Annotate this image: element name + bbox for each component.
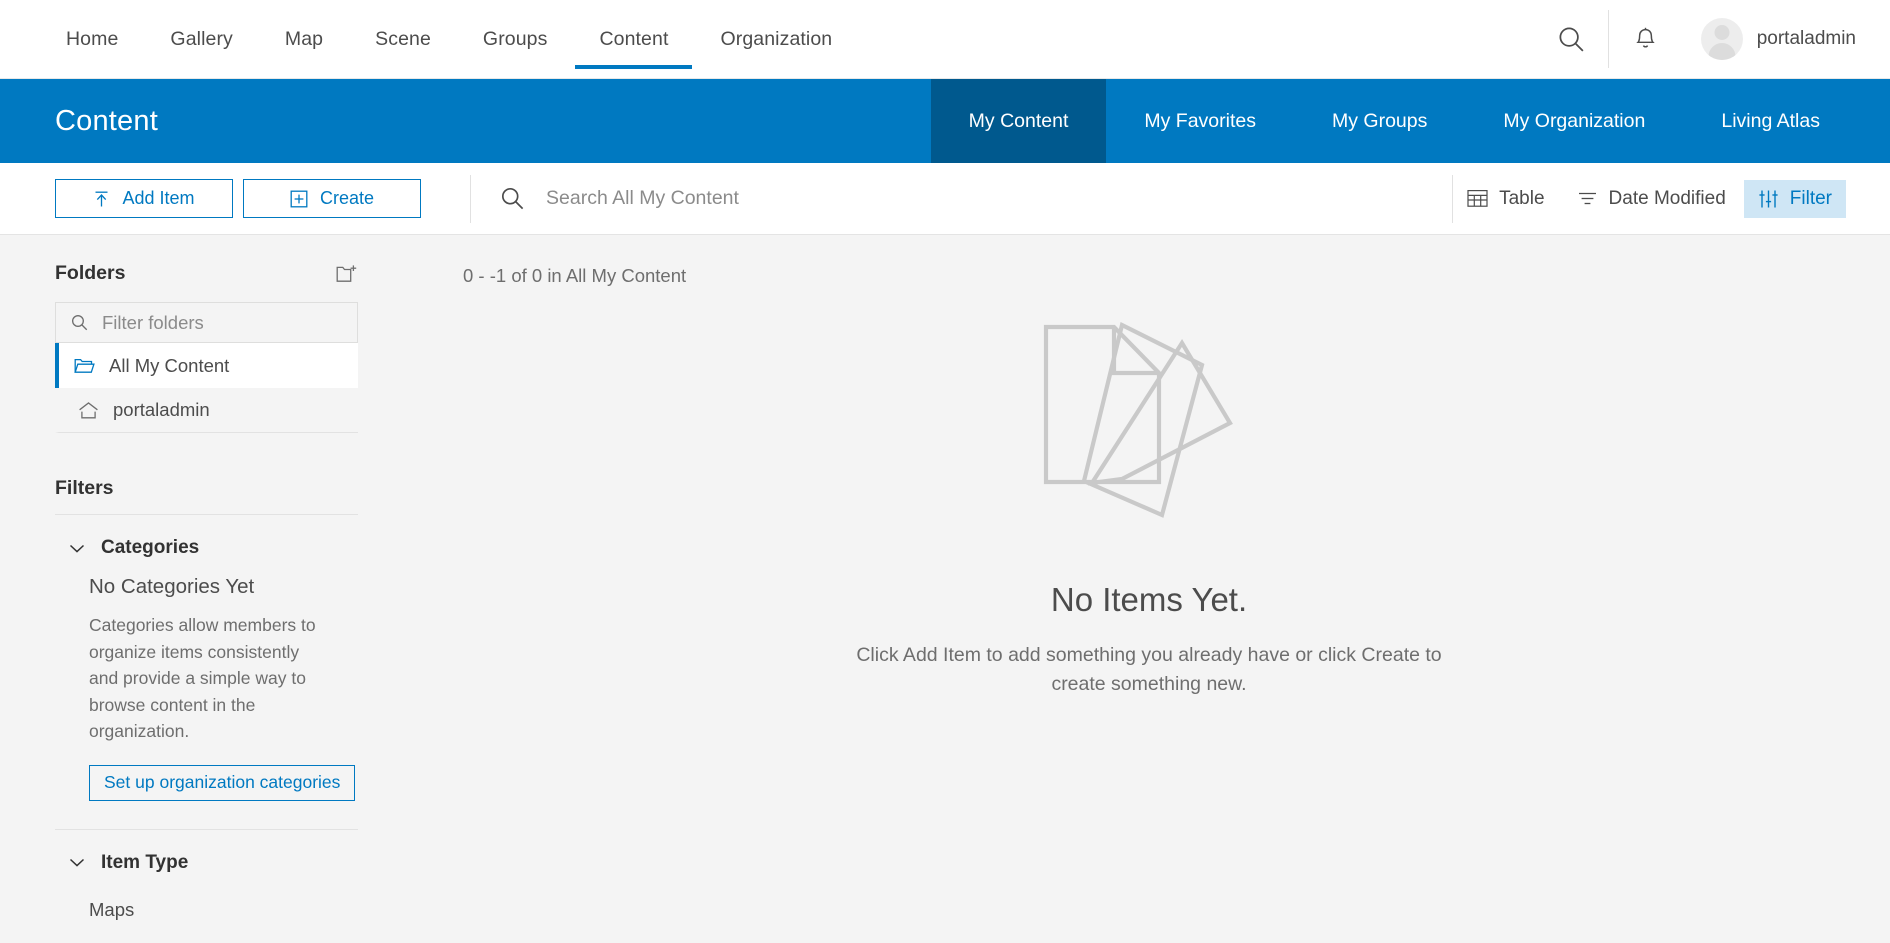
tab-my-groups[interactable]: My Groups xyxy=(1294,79,1465,163)
add-item-button[interactable]: Add Item xyxy=(55,179,233,218)
nav-link-gallery[interactable]: Gallery xyxy=(144,0,258,78)
top-navigation-bar: Home Gallery Map Scene Groups Content Or… xyxy=(0,0,1890,79)
no-categories-description: Categories allow members to organize ite… xyxy=(89,615,316,741)
chevron-down-icon xyxy=(69,543,85,554)
global-search-button[interactable] xyxy=(1534,0,1608,79)
sort-icon xyxy=(1577,189,1598,208)
nav-link-label: Groups xyxy=(482,27,548,50)
chevron-down-icon xyxy=(69,857,85,868)
table-icon xyxy=(1467,189,1488,208)
content-header-bar: Content My Content My Favorites My Group… xyxy=(0,79,1890,163)
documents-icon xyxy=(1004,305,1294,545)
search-input[interactable] xyxy=(546,187,1453,210)
tab-label: My Organization xyxy=(1503,109,1646,132)
left-sidebar: Folders Filter folders All My Content po… xyxy=(0,235,408,943)
facet-item-type-label: Item Type xyxy=(101,851,189,873)
folder-item-all-my-content[interactable]: All My Content xyxy=(55,343,358,388)
page-body: Folders Filter folders All My Content po… xyxy=(0,235,1890,943)
tab-label: Living Atlas xyxy=(1721,109,1820,132)
sliders-icon xyxy=(1758,189,1779,209)
top-nav-right-actions: portaladmin xyxy=(1534,0,1890,78)
folder-filter-field[interactable] xyxy=(55,302,358,343)
user-menu[interactable]: portaladmin xyxy=(1683,18,1890,60)
facet-item-type-maps[interactable]: Maps xyxy=(55,890,358,921)
subheader-spacer xyxy=(1858,79,1890,163)
sort-label: Date Modified xyxy=(1608,187,1726,209)
avatar xyxy=(1700,18,1743,60)
notifications-button[interactable] xyxy=(1609,0,1683,79)
folder-filter-input[interactable] xyxy=(102,311,343,334)
folder-item-label: portaladmin xyxy=(113,399,210,420)
tab-my-organization[interactable]: My Organization xyxy=(1465,79,1683,163)
facet-categories-header[interactable]: Categories xyxy=(55,515,358,575)
result-count-label: 0 - -1 of 0 in All My Content xyxy=(463,265,687,286)
nav-link-label: Scene xyxy=(375,27,431,50)
view-table-label: Table xyxy=(1499,187,1545,209)
nav-link-label: Home xyxy=(66,27,119,50)
new-folder-icon xyxy=(336,264,358,284)
search-icon xyxy=(70,313,89,332)
tab-living-atlas[interactable]: Living Atlas xyxy=(1683,79,1858,163)
tab-my-content[interactable]: My Content xyxy=(930,79,1107,163)
facet-categories-label: Categories xyxy=(101,537,200,558)
upload-icon xyxy=(93,190,110,208)
tab-my-favorites[interactable]: My Favorites xyxy=(1106,79,1294,163)
content-toolbar: Add Item Create Search All My Content Ta… xyxy=(0,163,1890,235)
tab-label: My Content xyxy=(968,109,1069,132)
search-icon xyxy=(499,185,526,212)
filter-button[interactable]: Filter xyxy=(1743,179,1846,218)
toolbar-right-actions: Table Date Modified Filter xyxy=(1453,179,1890,218)
filter-label: Filter xyxy=(1789,187,1832,209)
no-categories-title: No Categories Yet xyxy=(89,575,255,598)
folder-item-portaladmin[interactable]: portaladmin xyxy=(55,388,358,433)
nav-link-label: Organization xyxy=(720,27,833,50)
main-content-area: 0 - -1 of 0 in All My Content No Items Y… xyxy=(408,235,1890,943)
sidebar-inner: Folders Filter folders All My Content po… xyxy=(0,235,408,921)
folders-title: Folders xyxy=(55,262,126,284)
tab-label: My Groups xyxy=(1332,109,1428,132)
setup-organization-categories-button[interactable]: Set up organization categories xyxy=(89,764,356,801)
view-table-button[interactable]: Table xyxy=(1453,180,1558,218)
plus-square-icon xyxy=(290,190,308,208)
folder-item-label: All My Content xyxy=(109,354,230,376)
content-search-area xyxy=(471,163,1453,234)
empty-state-title: No Items Yet. xyxy=(1050,581,1248,618)
bell-icon xyxy=(1632,26,1659,53)
home-icon xyxy=(78,401,99,420)
open-folder-icon xyxy=(74,357,95,375)
toolbar-left-actions: Add Item Create xyxy=(0,179,470,218)
create-button[interactable]: Create xyxy=(243,179,421,218)
create-label: Create xyxy=(319,188,375,208)
filters-title: Filters xyxy=(55,477,114,499)
tab-label: My Favorites xyxy=(1144,109,1256,132)
sort-button[interactable]: Date Modified xyxy=(1563,180,1740,218)
nav-link-content[interactable]: Content xyxy=(573,0,694,78)
nav-link-map[interactable]: Map xyxy=(259,0,349,78)
nav-link-home[interactable]: Home xyxy=(40,0,144,78)
page-title: Content xyxy=(55,104,158,137)
search-icon xyxy=(1556,24,1586,54)
content-tabs: My Content My Favorites My Groups My Org… xyxy=(930,79,1858,163)
nav-link-scene[interactable]: Scene xyxy=(349,0,457,78)
nav-link-groups[interactable]: Groups xyxy=(457,0,574,78)
empty-state: No Items Yet. Click Add Item to add some… xyxy=(408,305,1890,699)
nav-link-label: Map xyxy=(284,27,324,50)
nav-link-label: Gallery xyxy=(170,27,233,50)
add-item-label: Add Item xyxy=(122,188,195,208)
nav-link-label: Content xyxy=(599,27,669,50)
username-label: portaladmin xyxy=(1756,28,1856,49)
folders-header: Folders xyxy=(55,235,358,302)
facet-item-type-header[interactable]: Item Type xyxy=(55,830,358,890)
new-folder-button[interactable] xyxy=(336,264,358,284)
facet-categories-body: No Categories Yet Categories allow membe… xyxy=(55,575,358,801)
nav-link-organization[interactable]: Organization xyxy=(694,0,858,78)
primary-nav-links: Home Gallery Map Scene Groups Content Or… xyxy=(0,0,1534,78)
empty-state-subtitle: Click Add Item to add something you alre… xyxy=(856,644,1442,695)
